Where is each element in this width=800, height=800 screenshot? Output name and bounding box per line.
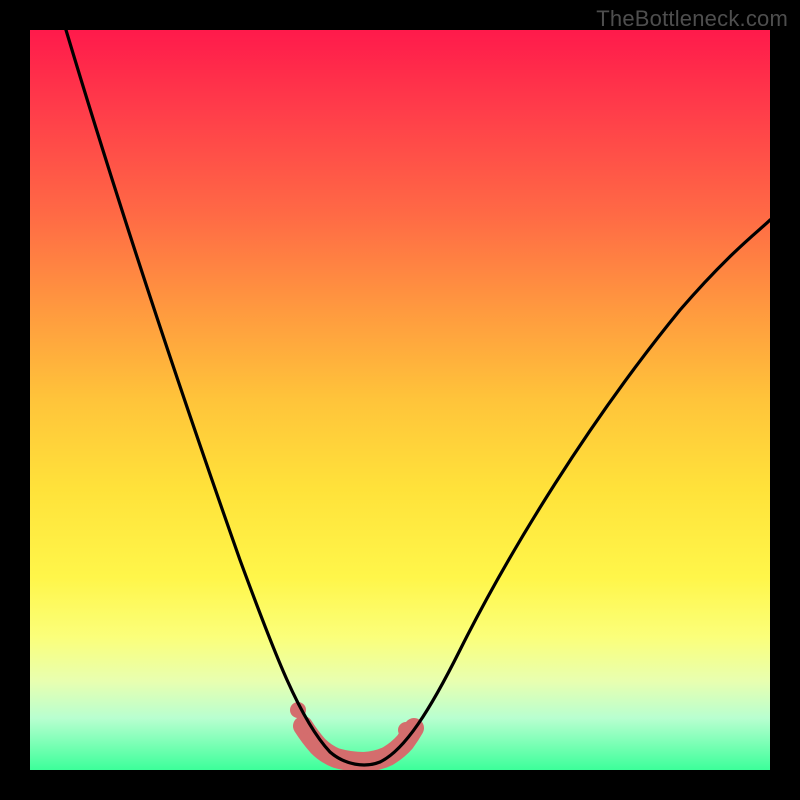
chart-svg	[30, 30, 770, 770]
chart-frame: TheBottleneck.com	[0, 0, 800, 800]
bottleneck-curve	[66, 30, 770, 765]
bottom-marker-band	[303, 726, 414, 762]
chart-plot-area	[30, 30, 770, 770]
watermark-text: TheBottleneck.com	[596, 6, 788, 32]
